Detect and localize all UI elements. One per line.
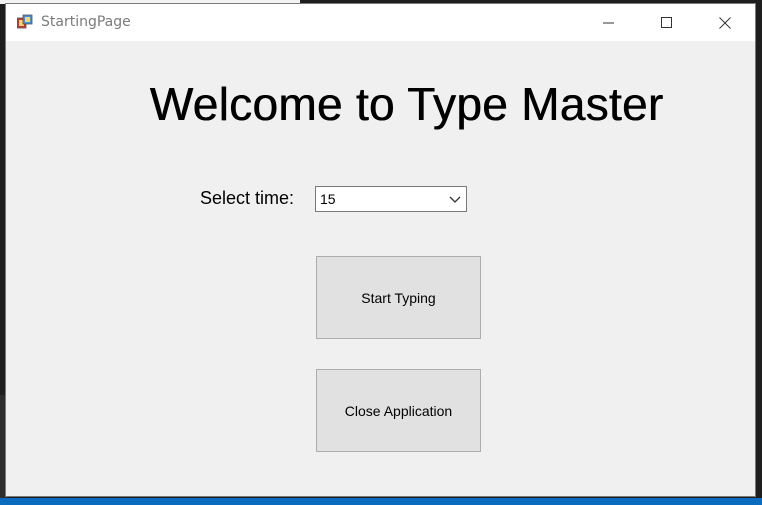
maximize-button[interactable] <box>638 4 696 41</box>
close-application-button[interactable]: Close Application <box>316 369 481 452</box>
time-select-value: 15 <box>320 191 336 207</box>
select-time-label: Select time: <box>200 188 295 208</box>
maximize-icon <box>661 16 672 28</box>
title-bar[interactable]: StartingPage <box>6 4 755 41</box>
start-typing-button[interactable]: Start Typing <box>316 256 481 339</box>
minimize-icon <box>603 22 614 23</box>
chevron-down-icon[interactable] <box>448 193 462 205</box>
minimize-button[interactable] <box>580 4 638 41</box>
app-icon[interactable] <box>17 14 33 30</box>
time-select[interactable]: 15 <box>315 186 467 212</box>
page-title: Welcome to Type Master <box>149 78 664 130</box>
close-icon <box>719 16 731 29</box>
close-window-button[interactable] <box>696 4 754 41</box>
taskbar-strip <box>0 498 762 505</box>
starting-page-window: StartingPage Welcome to Type Master Sele… <box>5 3 756 497</box>
window-title: StartingPage <box>41 14 131 30</box>
